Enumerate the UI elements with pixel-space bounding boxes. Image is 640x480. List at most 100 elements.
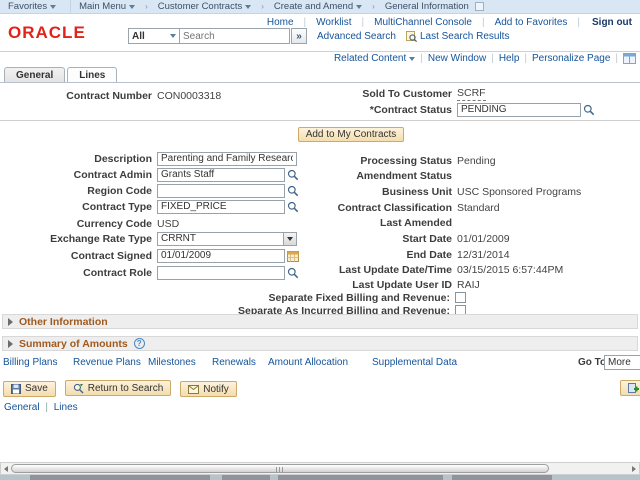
peoplesoft-page: Favorites Main Menu › Customer Contracts…	[0, 0, 640, 480]
scroll-right-arrow[interactable]	[632, 466, 636, 472]
expand-arrow-icon	[8, 340, 13, 348]
breadcrumb-customer-contracts[interactable]: Customer Contracts	[150, 0, 259, 14]
lookup-icon[interactable]	[287, 185, 299, 197]
page-icon	[475, 2, 484, 11]
sold-to-customer-value[interactable]: SCRF	[457, 87, 486, 101]
summary-of-amounts-title: Summary of Amounts	[19, 338, 128, 350]
contract-type-label: Contract Type	[0, 201, 152, 213]
breadcrumb: Favorites Main Menu › Customer Contracts…	[0, 0, 640, 14]
help-link[interactable]: Help	[499, 53, 520, 64]
supplemental-data-link[interactable]: Supplemental Data	[372, 357, 457, 368]
advanced-search-link[interactable]: Advanced Search	[317, 31, 396, 42]
header: Home | Worklist | MultiChannel Console |…	[0, 15, 640, 52]
worklist-link[interactable]: Worklist	[306, 17, 361, 28]
breadcrumb-separator: ›	[370, 2, 377, 11]
return-to-search-button[interactable]: Return to Search	[65, 380, 172, 396]
other-information-title: Other Information	[19, 316, 108, 328]
search-go-button[interactable]: »	[291, 28, 307, 44]
add-button[interactable]: Add	[620, 380, 640, 396]
contract-status-input[interactable]	[457, 103, 581, 117]
personalize-page-link[interactable]: Personalize Page	[532, 53, 610, 64]
add-to-my-contracts-button[interactable]: Add to My Contracts	[298, 127, 404, 142]
multichannel-console-link[interactable]: MultiChannel Console	[364, 17, 482, 28]
contract-admin-label: Contract Admin	[0, 169, 152, 181]
end-date-label: End Date	[330, 249, 452, 261]
region-code-input[interactable]	[157, 184, 285, 198]
last-update-user-id-value: RAIJ	[457, 279, 480, 291]
last-search-results-link[interactable]: Last Search Results	[406, 31, 510, 42]
save-button[interactable]: Save	[3, 381, 56, 397]
start-date-value: 01/01/2009	[457, 233, 510, 245]
contract-role-input[interactable]	[157, 266, 285, 280]
help-icon[interactable]: ?	[134, 338, 145, 349]
last-update-datetime-value: 03/15/2015 6:57:44PM	[457, 264, 563, 276]
search-input[interactable]	[180, 28, 290, 44]
search-results-icon	[406, 31, 417, 42]
other-information-section[interactable]: Other Information	[2, 314, 638, 329]
processing-status-value: Pending	[457, 155, 496, 167]
calendar-icon[interactable]	[287, 250, 299, 262]
amount-allocation-link[interactable]: Amount Allocation	[268, 357, 348, 368]
home-link[interactable]: Home	[257, 17, 304, 28]
sold-to-customer-label: Sold To Customer	[330, 88, 452, 100]
end-date-value: 12/31/2014	[457, 249, 510, 261]
horizontal-scrollbar[interactable]	[0, 462, 640, 475]
contract-number-label: Contract Number	[0, 90, 152, 102]
description-input[interactable]	[157, 152, 297, 166]
lookup-icon[interactable]	[583, 104, 595, 116]
related-content-menu[interactable]: Related Content	[334, 53, 415, 64]
separate-fixed-billing-label: Separate Fixed Billing and Revenue:	[0, 292, 450, 304]
contract-type-input[interactable]	[157, 200, 285, 214]
grid-icon[interactable]	[623, 53, 636, 64]
chevron-down-icon	[170, 34, 176, 38]
add-to-favorites-link[interactable]: Add to Favorites	[485, 17, 578, 28]
add-icon	[628, 383, 639, 394]
last-update-datetime-label: Last Update Date/Time	[330, 264, 452, 276]
toolbar: Save Return to Search Notify Add	[3, 380, 640, 397]
lookup-icon[interactable]	[287, 169, 299, 181]
contract-admin-input[interactable]	[157, 168, 285, 182]
notify-button[interactable]: Notify	[180, 381, 237, 397]
billing-plans-link[interactable]: Billing Plans	[3, 357, 57, 368]
breadcrumb-create-and-amend[interactable]: Create and Amend	[266, 0, 370, 14]
sign-out-link[interactable]: Sign out	[580, 17, 634, 28]
breadcrumb-separator: ›	[259, 2, 266, 11]
business-unit-value: USC Sponsored Programs	[457, 186, 581, 198]
business-unit-label: Business Unit	[330, 186, 452, 198]
new-window-link[interactable]: New Window	[428, 53, 486, 64]
tab-lines[interactable]: Lines	[67, 67, 117, 83]
currency-code-label: Currency Code	[0, 218, 152, 230]
footer-general-link[interactable]: General	[4, 402, 40, 413]
save-icon	[11, 384, 21, 394]
currency-code-value: USD	[157, 218, 179, 230]
contract-status-label: *Contract Status	[330, 104, 452, 116]
dropdown-button[interactable]	[283, 233, 296, 245]
lookup-icon[interactable]	[287, 201, 299, 213]
contract-signed-label: Contract Signed	[0, 250, 152, 262]
renewals-link[interactable]: Renewals	[212, 357, 256, 368]
last-update-user-id-label: Last Update User ID	[330, 279, 452, 291]
scrollbar-thumb[interactable]	[11, 464, 549, 473]
goto-select[interactable]: More	[604, 355, 640, 370]
notify-icon	[188, 385, 199, 394]
favorites-label: Favorites	[8, 1, 47, 12]
milestones-link[interactable]: Milestones	[148, 357, 196, 368]
last-amended-label: Last Amended	[330, 217, 452, 229]
scroll-left-arrow[interactable]	[4, 466, 8, 472]
oracle-logo: ORACLE	[8, 23, 86, 43]
breadcrumb-main-menu[interactable]: Main Menu	[71, 0, 143, 14]
exchange-rate-type-select[interactable]: CRRNT	[157, 232, 297, 246]
contract-signed-input[interactable]	[157, 249, 285, 263]
footer-lines-link[interactable]: Lines	[54, 402, 78, 413]
revenue-plans-link[interactable]: Revenue Plans	[73, 357, 141, 368]
search-scope-select[interactable]: All	[128, 28, 180, 44]
tab-general[interactable]: General	[4, 67, 65, 83]
tab-bar: General Lines	[4, 67, 117, 83]
lookup-icon[interactable]	[287, 267, 299, 279]
amendment-status-label: Amendment Status	[330, 170, 452, 182]
page-utility-bar: Related Content | New Window | Help | Pe…	[334, 53, 636, 64]
contract-role-label: Contract Role	[0, 267, 152, 279]
favorites-menu[interactable]: Favorites	[0, 0, 71, 14]
summary-of-amounts-section[interactable]: Summary of Amounts ?	[2, 336, 638, 351]
separate-fixed-billing-checkbox[interactable]	[455, 292, 466, 303]
